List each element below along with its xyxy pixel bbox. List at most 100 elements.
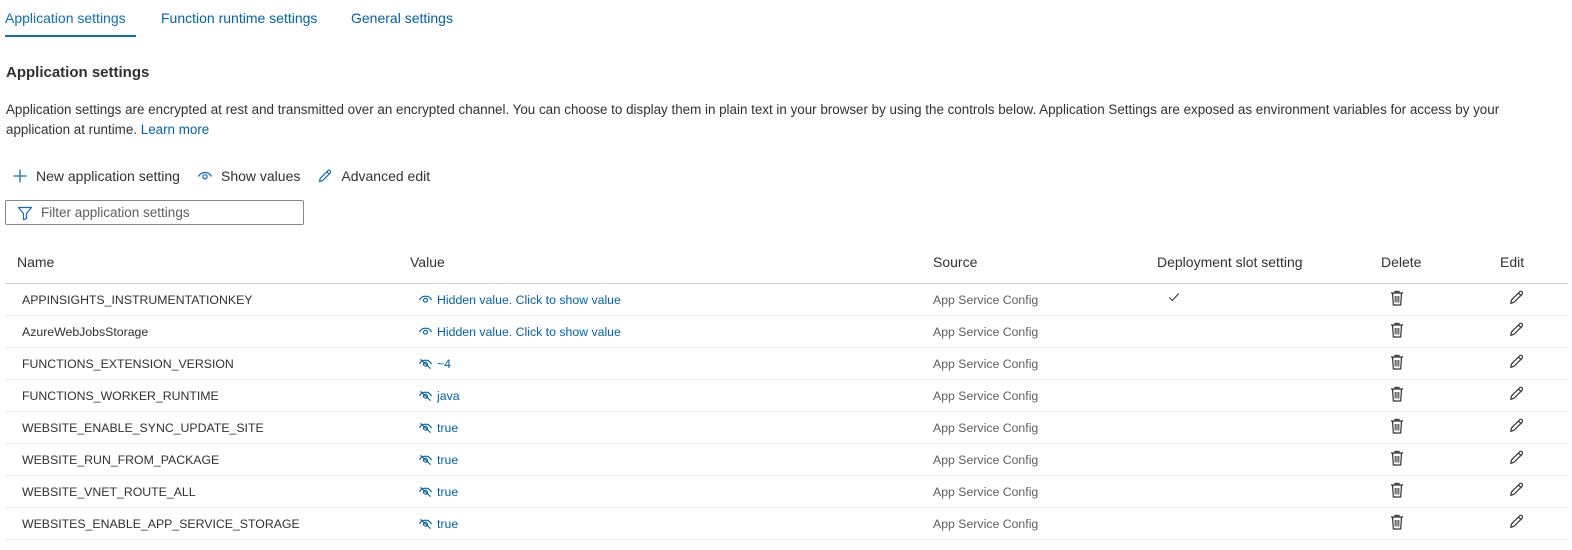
edit-setting-button[interactable] xyxy=(1508,321,1525,341)
delete-setting-button[interactable] xyxy=(1389,481,1405,502)
new-application-setting-label: New application setting xyxy=(36,168,180,184)
edit-setting-button[interactable] xyxy=(1508,385,1525,405)
setting-value-link[interactable]: true xyxy=(418,452,458,467)
deployment-slot-indicator xyxy=(1167,290,1181,307)
active-tab-indicator xyxy=(5,35,136,37)
filter-box xyxy=(5,200,304,225)
setting-source: App Service Config xyxy=(933,357,1039,371)
setting-value: true xyxy=(437,484,459,499)
eye-off-icon xyxy=(418,358,433,370)
toolbar: New application setting Show values Adva… xyxy=(12,166,447,186)
column-header-name: Name xyxy=(17,254,55,270)
setting-value-link[interactable]: java xyxy=(418,388,460,403)
eye-icon xyxy=(418,295,433,303)
trash-icon xyxy=(1391,418,1403,434)
delete-setting-button[interactable] xyxy=(1389,449,1405,470)
setting-value: java xyxy=(437,388,460,403)
tab-function-runtime-settings[interactable]: Function runtime settings xyxy=(161,10,317,26)
delete-setting-button[interactable] xyxy=(1389,385,1405,406)
setting-source: App Service Config xyxy=(933,421,1039,435)
eye-off-icon xyxy=(418,518,433,530)
pencil-icon xyxy=(1510,322,1524,336)
delete-setting-button[interactable] xyxy=(1389,289,1405,310)
pencil-icon xyxy=(1510,418,1524,432)
setting-value: Hidden value. Click to show value xyxy=(437,324,621,339)
setting-value-link[interactable]: true xyxy=(418,516,458,531)
setting-name: FUNCTIONS_WORKER_RUNTIME xyxy=(22,389,219,403)
settings-tabs: Application settings Function runtime se… xyxy=(0,0,1572,38)
delete-setting-button[interactable] xyxy=(1389,513,1405,534)
tab-general-settings[interactable]: General settings xyxy=(351,10,453,26)
pencil-icon xyxy=(1510,290,1524,304)
setting-source: App Service Config xyxy=(933,389,1039,403)
delete-setting-button[interactable] xyxy=(1389,417,1405,438)
edit-setting-button[interactable] xyxy=(1508,513,1525,533)
edit-setting-button[interactable] xyxy=(1508,417,1525,437)
trash-icon xyxy=(1391,482,1403,498)
setting-value: true xyxy=(437,452,459,467)
setting-source: App Service Config xyxy=(933,485,1039,499)
plus-icon xyxy=(13,169,27,183)
setting-value: true xyxy=(437,420,459,435)
edit-setting-button[interactable] xyxy=(1508,481,1525,501)
advanced-edit-button[interactable]: Advanced edit xyxy=(317,168,430,184)
setting-name: WEBSITE_ENABLE_SYNC_UPDATE_SITE xyxy=(22,421,264,435)
trash-icon xyxy=(1391,354,1403,370)
filter-icon xyxy=(17,206,33,220)
show-values-button[interactable]: Show values xyxy=(197,168,300,184)
learn-more-link[interactable]: Learn more xyxy=(141,122,209,137)
setting-source: App Service Config xyxy=(933,325,1039,339)
eye-off-icon xyxy=(418,390,433,402)
eye-off-icon xyxy=(418,422,433,434)
setting-source: App Service Config xyxy=(933,517,1039,531)
table-row: FUNCTIONS_EXTENSION_VERSION ~4 App Service… xyxy=(5,348,1568,380)
setting-name: WEBSITES_ENABLE_APP_SERVICE_STORAGE xyxy=(22,517,300,531)
section-title: Application settings xyxy=(6,64,150,81)
table-row: WEBSITES_ENABLE_APP_SERVICE_STORAGE true A… xyxy=(5,508,1568,540)
pencil-icon xyxy=(1510,450,1524,464)
setting-source: App Service Config xyxy=(933,293,1039,307)
advanced-edit-label: Advanced edit xyxy=(341,168,431,184)
setting-name: APPINSIGHTS_INSTRUMENTATIONKEY xyxy=(22,293,253,307)
trash-icon xyxy=(1391,386,1403,402)
pencil-icon xyxy=(1510,482,1524,496)
filter-input[interactable] xyxy=(41,205,291,220)
setting-name: WEBSITE_RUN_FROM_PACKAGE xyxy=(22,453,220,467)
edit-setting-button[interactable] xyxy=(1508,289,1525,309)
setting-value-link[interactable]: ~4 xyxy=(418,356,451,371)
section-description: Application settings are encrypted at re… xyxy=(6,100,1561,140)
column-header-edit: Edit xyxy=(1500,254,1525,270)
pencil-icon xyxy=(319,169,332,183)
table-row: WEBSITE_ENABLE_SYNC_UPDATE_SITE true App S… xyxy=(5,412,1568,444)
new-application-setting-button[interactable]: New application setting xyxy=(12,168,180,184)
trash-icon xyxy=(1391,322,1403,338)
trash-icon xyxy=(1391,514,1403,530)
tab-application-settings[interactable]: Application settings xyxy=(5,10,126,26)
eye-off-icon xyxy=(418,454,433,466)
setting-value-link[interactable]: true xyxy=(418,420,458,435)
delete-setting-button[interactable] xyxy=(1389,321,1405,342)
table-row: FUNCTIONS_WORKER_RUNTIME java App Service … xyxy=(5,380,1568,412)
checkmark-icon xyxy=(1168,293,1180,302)
show-values-label: Show values xyxy=(220,168,301,184)
table-row: WEBSITE_RUN_FROM_PACKAGE true App Service … xyxy=(5,444,1568,476)
delete-setting-button[interactable] xyxy=(1389,353,1405,374)
setting-name: WEBSITE_VNET_ROUTE_ALL xyxy=(22,485,196,499)
pencil-icon xyxy=(1510,354,1524,368)
trash-icon xyxy=(1391,290,1403,306)
edit-setting-button[interactable] xyxy=(1508,449,1525,469)
column-header-deployment-slot-setting: Deployment slot setting xyxy=(1157,254,1303,270)
eye-icon xyxy=(197,171,213,180)
table-row: APPINSIGHTS_INSTRUMENTATIONKEY Hidden val… xyxy=(5,284,1568,316)
setting-value: Hidden value. Click to show value xyxy=(437,292,621,307)
setting-value-link[interactable]: Hidden value. Click to show value xyxy=(418,292,621,307)
column-header-delete: Delete xyxy=(1381,254,1422,270)
setting-name: FUNCTIONS_EXTENSION_VERSION xyxy=(22,357,234,371)
setting-name: AzureWebJobsStorage xyxy=(22,325,149,339)
eye-off-icon xyxy=(418,486,433,498)
pencil-icon xyxy=(1510,514,1524,528)
edit-setting-button[interactable] xyxy=(1508,353,1525,373)
setting-value-link[interactable]: Hidden value. Click to show value xyxy=(418,324,621,339)
setting-value-link[interactable]: true xyxy=(418,484,458,499)
table-row: WEBSITE_VNET_ROUTE_ALL true App Service Co… xyxy=(5,476,1568,508)
